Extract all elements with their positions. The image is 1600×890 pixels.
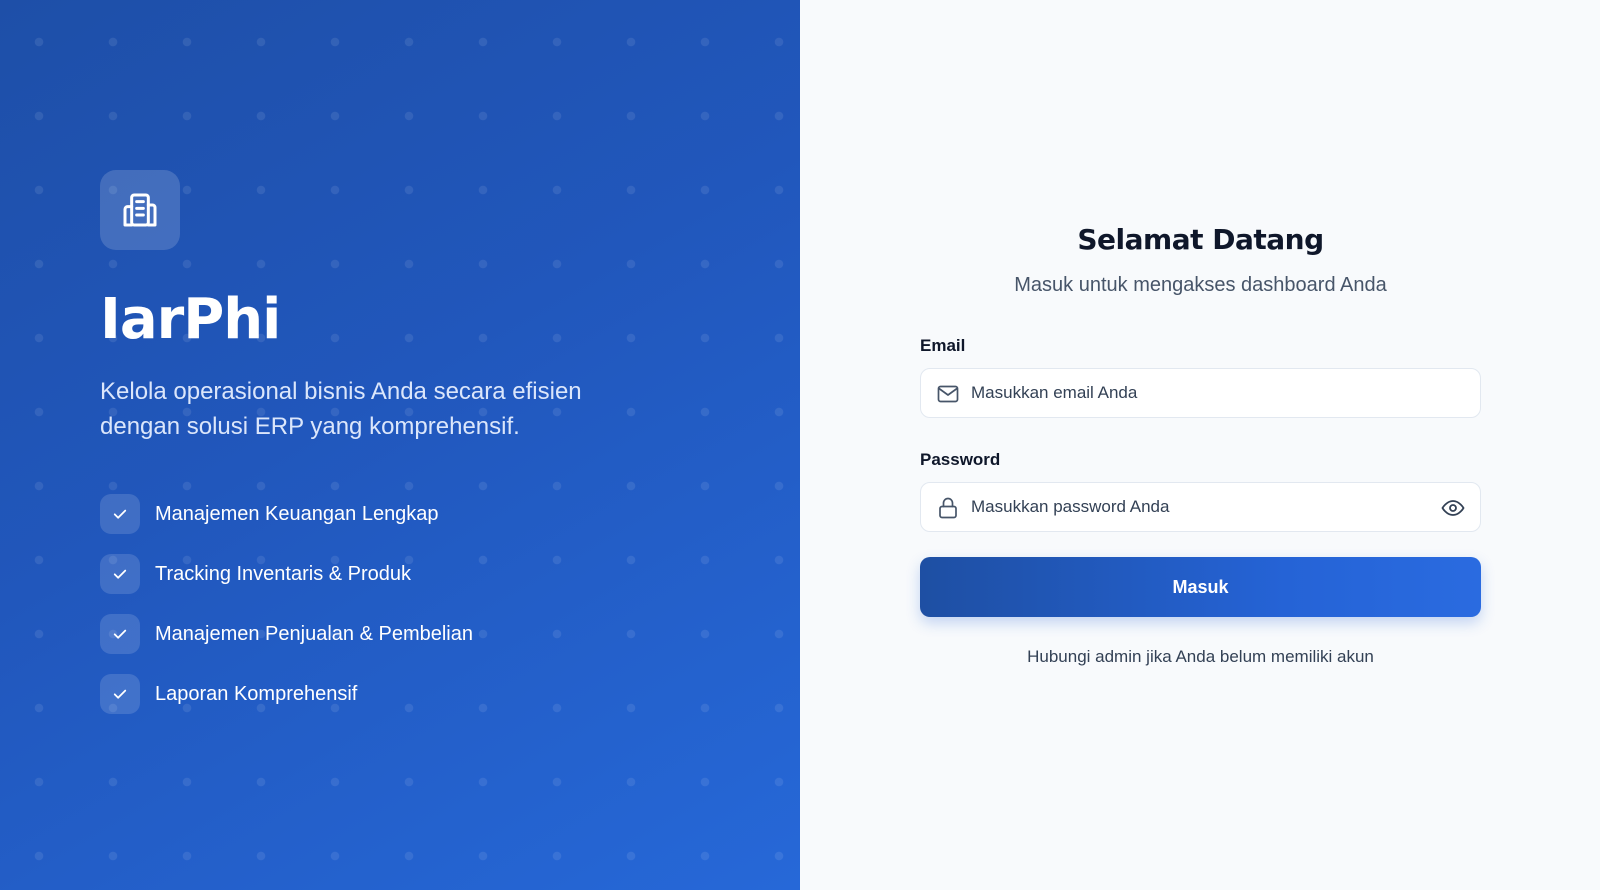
feature-list: Manajemen Keuangan Lengkap Tracking Inve…: [100, 494, 660, 714]
email-input[interactable]: [921, 369, 1480, 417]
hero-panel: IarPhi Kelola operasional bisnis Anda se…: [0, 0, 800, 890]
password-field-wrapper: [920, 482, 1481, 532]
building-document-icon: [123, 193, 157, 227]
password-input[interactable]: [921, 483, 1480, 531]
brand-name: IarPhi: [100, 287, 281, 352]
check-icon: [113, 569, 127, 579]
feature-label: Tracking Inventaris & Produk: [155, 562, 412, 585]
check-icon: [113, 509, 127, 519]
login-submit-button[interactable]: Masuk: [920, 557, 1481, 617]
check-badge: [100, 554, 140, 594]
email-label: Email: [920, 336, 966, 355]
feature-item: Laporan Komprehensif: [100, 674, 660, 714]
app-logo: [100, 170, 180, 250]
toggle-password-visibility-button[interactable]: [1440, 496, 1466, 520]
feature-item: Tracking Inventaris & Produk: [100, 554, 660, 594]
check-badge: [100, 674, 140, 714]
login-page: IarPhi Kelola operasional bisnis Anda se…: [0, 0, 1600, 890]
feature-item: Manajemen Keuangan Lengkap: [100, 494, 660, 534]
check-icon: [113, 629, 127, 639]
check-badge: [100, 494, 140, 534]
brand-tagline: Kelola operasional bisnis Anda secara ef…: [100, 378, 582, 440]
feature-label: Manajemen Penjualan & Pembelian: [155, 622, 473, 645]
mail-icon: [937, 385, 959, 403]
email-field-wrapper: [920, 368, 1481, 418]
feature-label: Manajemen Keuangan Lengkap: [155, 502, 439, 525]
contact-admin-note: Hubungi admin jika Anda belum memiliki a…: [1027, 647, 1374, 666]
password-label: Password: [920, 450, 1001, 469]
welcome-subtitle: Masuk untuk mengakses dashboard Anda: [1014, 274, 1387, 296]
feature-item: Manajemen Penjualan & Pembelian: [100, 614, 660, 654]
login-panel: Selamat Datang Masuk untuk mengakses das…: [800, 0, 1600, 890]
check-badge: [100, 614, 140, 654]
eye-icon: [1441, 500, 1465, 516]
hero-content: IarPhi Kelola operasional bisnis Anda se…: [100, 170, 660, 734]
feature-label: Laporan Komprehensif: [155, 682, 358, 705]
check-icon: [113, 689, 127, 699]
login-form: Selamat Datang Masuk untuk mengakses das…: [920, 220, 1481, 667]
welcome-title: Selamat Datang: [1077, 223, 1324, 256]
lock-icon: [939, 497, 957, 519]
